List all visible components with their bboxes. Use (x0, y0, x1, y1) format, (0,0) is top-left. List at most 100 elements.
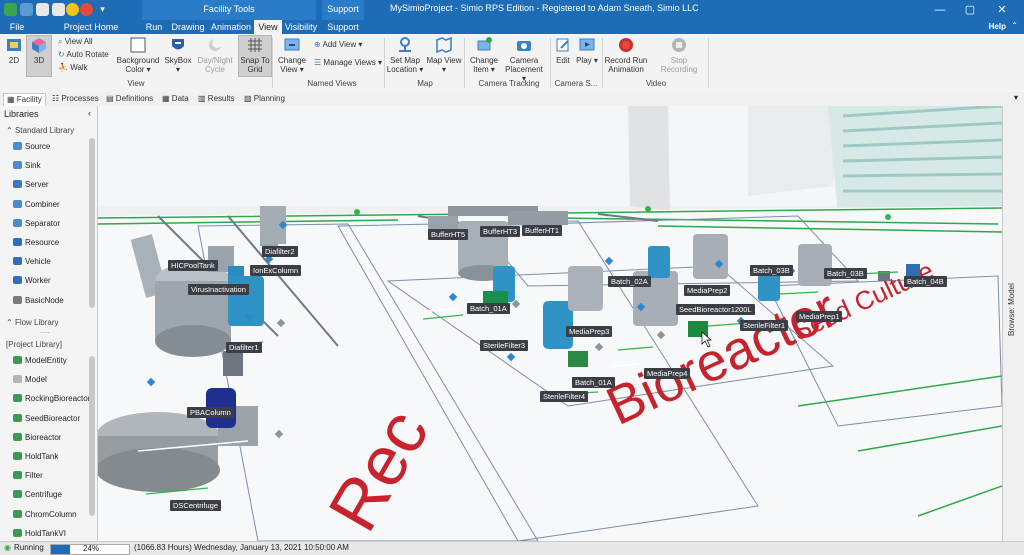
library-item-modelentity[interactable]: ModelEntity (13, 355, 67, 367)
object-label[interactable]: MediaPrep4 (644, 368, 691, 379)
save-icon[interactable] (20, 3, 33, 16)
skybox-button[interactable]: SkyBox ▾ (162, 36, 194, 74)
stop-recording-button[interactable]: Stop Recording (652, 36, 706, 74)
map-view-button[interactable]: Map View ▾ (426, 36, 462, 74)
object-label[interactable]: SterileFilter3 (480, 340, 529, 351)
project-library-header[interactable]: [Project Library] (6, 340, 62, 349)
walk-button[interactable]: ⛹ Walk (58, 63, 88, 73)
minimize-icon[interactable]: — (930, 2, 950, 18)
library-item-sink[interactable]: Sink (13, 160, 41, 172)
library-item-vehicle[interactable]: Vehicle (13, 256, 51, 268)
undo-icon[interactable] (36, 3, 49, 16)
view-all-button[interactable]: ⌕ View All (58, 37, 93, 47)
object-label[interactable]: Batch_03B (750, 265, 793, 276)
camera-placement-button[interactable]: Camera Placement ▾ (502, 36, 546, 83)
ribbon-collapse-icon[interactable]: ⌃ (1011, 21, 1018, 30)
browse-model-label[interactable]: Browse: Model (1007, 283, 1016, 336)
object-label[interactable]: Batch_03B (824, 268, 867, 279)
background-color-button[interactable]: Background Color ▾ (116, 36, 160, 74)
object-label[interactable]: SeedBioreactor1200L (676, 304, 755, 315)
help-button[interactable]: Help (989, 20, 1006, 34)
browse-panel-collapsed[interactable]: Browse: Model (1002, 106, 1024, 541)
tab-view[interactable]: View (254, 20, 282, 34)
collapse-panel-icon[interactable]: ‹ (88, 108, 91, 118)
maximize-icon[interactable]: ▢ (960, 2, 980, 18)
tab-animation[interactable]: Animation (210, 20, 252, 34)
library-item-worker[interactable]: Worker (13, 275, 51, 287)
edit-camera-sequence-button[interactable]: Edit (552, 36, 574, 65)
object-label[interactable]: SterileFilter1 (740, 320, 789, 331)
object-label[interactable]: MediaPrep1 (796, 311, 843, 322)
tab-drawing[interactable]: Drawing (170, 20, 206, 34)
view-2d-button[interactable]: 2D (4, 36, 24, 65)
facility-3d-view[interactable]: Bioreactor Seed Culture Rec Diafilter2 H… (98, 106, 1002, 541)
object-label[interactable]: Diafilter2 (262, 246, 298, 257)
flow-library-header[interactable]: ⌃ Flow Library (6, 318, 59, 327)
library-item-basicnode[interactable]: BasicNode (13, 295, 64, 307)
add-view-button[interactable]: ⊕ Add View ▾ (314, 40, 362, 50)
object-label[interactable]: Batch_01A (572, 377, 615, 388)
object-label[interactable]: SterileFilter4 (540, 391, 589, 402)
library-item-separator[interactable]: Separator (13, 218, 60, 230)
tab-visibility[interactable]: Visibility (284, 20, 318, 34)
tab-facility[interactable]: ▦ Facility (3, 93, 46, 106)
auto-rotate-button[interactable]: ↻ Auto Rotate (58, 50, 109, 60)
ribbon: 2D 3D ⌕ View All ↻ Auto Rotate ⛹ Walk Ba… (0, 34, 1024, 93)
library-item-bioreactor[interactable]: Bioreactor (13, 432, 61, 444)
splitter-grip[interactable]: ..... (40, 328, 50, 335)
tab-planning[interactable]: ▧ Planning (244, 93, 285, 105)
tab-file[interactable]: File (6, 20, 28, 34)
quick-access-dropdown-icon[interactable]: ▾ (96, 3, 109, 16)
standard-library-header[interactable]: ⌃ Standard Library (6, 126, 74, 135)
tabs-dropdown-icon[interactable]: ▾ (1014, 93, 1018, 102)
tab-definitions[interactable]: ▤ Definitions (106, 93, 153, 105)
change-item-button[interactable]: Change Item ▾ (466, 36, 502, 74)
tab-processes[interactable]: ☷ Processes (52, 93, 99, 105)
tab-data[interactable]: ▦ Data (162, 93, 189, 105)
tab-results[interactable]: ▥ Results (198, 93, 234, 105)
library-item-resource[interactable]: Resource (13, 237, 59, 249)
object-label[interactable]: MediaPrep3 (566, 326, 613, 337)
redo-icon[interactable] (52, 3, 65, 16)
object-label[interactable]: DSCentrifuge (170, 500, 222, 511)
project-library-scrollbar[interactable] (89, 356, 95, 516)
library-item-model[interactable]: Model (13, 374, 47, 386)
snap-to-grid-button[interactable]: Snap To Grid (238, 35, 272, 77)
library-item-combiner[interactable]: Combiner (13, 199, 60, 211)
object-label[interactable]: Batch_01A (467, 303, 510, 314)
library-item-seedbioreactor[interactable]: SeedBioreactor (13, 413, 80, 425)
object-label[interactable]: PBAColumn (187, 407, 234, 418)
day-night-cycle-button[interactable]: Day/Night Cycle (196, 36, 234, 74)
library-item-holdtankvi[interactable]: HoldTankVI (13, 528, 66, 540)
standard-library-scrollbar[interactable] (89, 138, 95, 308)
object-label[interactable]: Batch_02A (608, 276, 651, 287)
tab-support[interactable]: Support (322, 20, 364, 34)
library-item-chromcolumn[interactable]: ChromColumn (13, 509, 77, 521)
object-label[interactable]: BufferHT3 (480, 226, 521, 237)
change-view-button[interactable]: Change View ▾ (276, 36, 308, 74)
library-item-centrifuge[interactable]: Centrifuge (13, 489, 62, 501)
record-run-animation-button[interactable]: Record Run Animation (604, 36, 648, 74)
tab-project-home[interactable]: Project Home (58, 20, 124, 34)
library-item-source[interactable]: Source (13, 141, 50, 153)
object-label[interactable]: BufferHT5 (428, 229, 469, 240)
object-label[interactable]: VirusInactivation (188, 284, 249, 295)
run-icon[interactable] (66, 3, 79, 16)
object-label[interactable]: IonExColumn (250, 265, 302, 276)
tab-run[interactable]: Run (142, 20, 166, 34)
play-camera-sequence-button[interactable]: Play ▾ (576, 36, 598, 65)
object-label[interactable]: BufferHT1 (522, 225, 563, 236)
close-icon[interactable]: ✕ (992, 2, 1012, 18)
library-item-rockingbioreactor[interactable]: RockingBioreactor (13, 393, 90, 405)
object-label[interactable]: MediaPrep2 (684, 285, 731, 296)
view-3d-button[interactable]: 3D (26, 35, 52, 77)
library-item-holdtank[interactable]: HoldTank (13, 451, 58, 463)
manage-views-button[interactable]: ☰ Manage Views ▾ (314, 58, 382, 68)
object-label[interactable]: Batch_04B (904, 276, 947, 287)
library-item-filter[interactable]: Filter (13, 470, 43, 482)
stop-icon[interactable] (80, 3, 93, 16)
object-label[interactable]: Diafilter1 (226, 342, 262, 353)
object-label[interactable]: HICPoolTank (168, 260, 218, 271)
library-item-server[interactable]: Server (13, 179, 49, 191)
set-map-location-button[interactable]: Set Map Location ▾ (386, 36, 424, 74)
